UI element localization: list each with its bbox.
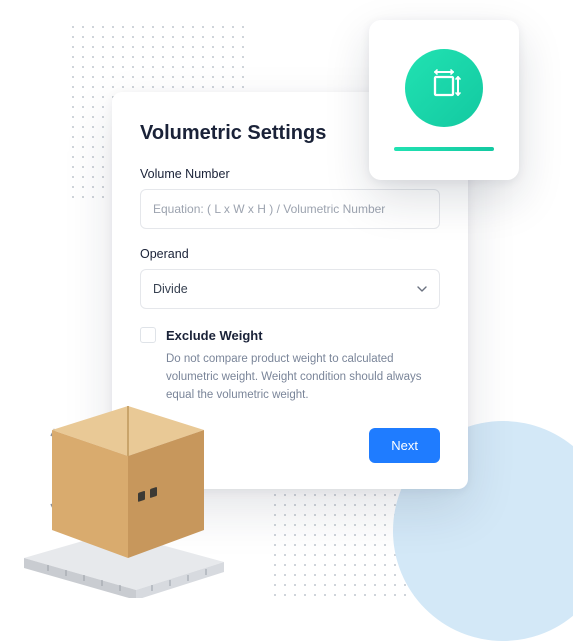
exclude-weight-hint: Do not compare product weight to calcula… xyxy=(140,351,440,404)
accent-underline xyxy=(394,147,494,151)
dimensions-icon-circle xyxy=(405,49,483,127)
next-button[interactable]: Next xyxy=(369,428,440,463)
exclude-weight-checkbox[interactable] xyxy=(140,327,156,343)
operand-label: Operand xyxy=(140,247,440,261)
operand-selected-value: Divide xyxy=(153,282,417,296)
exclude-weight-row: Exclude Weight xyxy=(140,327,440,343)
dimensions-icon-card xyxy=(369,20,519,180)
exclude-weight-label: Exclude Weight xyxy=(166,328,263,343)
chevron-down-icon xyxy=(417,284,427,294)
package-box-icon xyxy=(18,398,238,598)
package-box-illustration xyxy=(18,398,238,598)
operand-select[interactable]: Divide xyxy=(140,269,440,309)
volume-number-input[interactable] xyxy=(140,189,440,229)
operand-field: Operand Divide xyxy=(140,247,440,309)
dimensions-icon xyxy=(424,66,464,111)
